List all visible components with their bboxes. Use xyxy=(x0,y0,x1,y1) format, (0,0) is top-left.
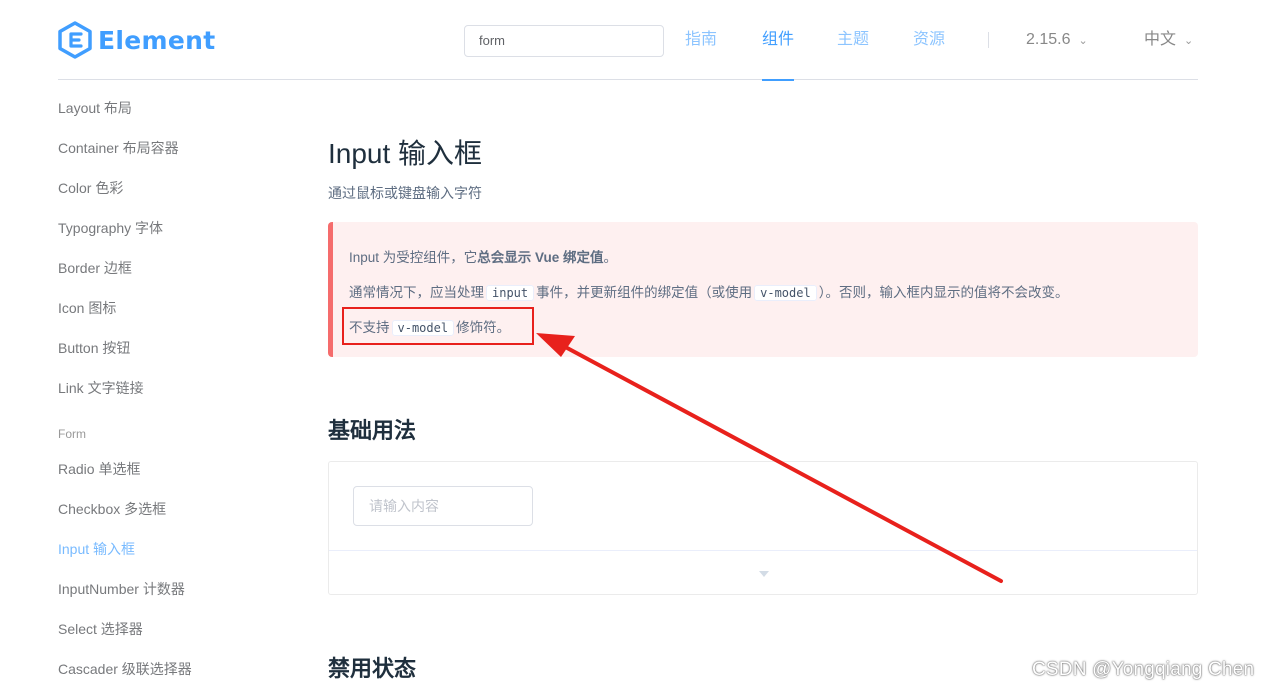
nav-theme[interactable]: 主题 xyxy=(837,0,869,80)
demo-block: 请输入内容 xyxy=(328,461,1198,595)
nav-component[interactable]: 组件 xyxy=(762,0,795,81)
inline-code: input xyxy=(486,285,535,301)
top-header: Element form 指南 组件 主题 资源 2.15.6 ⌄ 中文 ⌄ xyxy=(58,0,1198,81)
sidebar-item-layout[interactable]: Layout 布局 xyxy=(58,98,132,118)
sidebar-item-color[interactable]: Color 色彩 xyxy=(58,178,123,198)
inline-code: v-model xyxy=(754,285,817,301)
page-title: Input 输入框 xyxy=(328,138,483,169)
sidebar-group-form: Form xyxy=(58,427,86,441)
nav-guide[interactable]: 指南 xyxy=(685,0,717,80)
sidebar-item-radio[interactable]: Radio 单选框 xyxy=(58,459,140,479)
tip-line-1: Input 为受控组件，它总会显示 Vue 绑定值。 xyxy=(349,250,618,265)
warning-tip: Input 为受控组件，它总会显示 Vue 绑定值。 通常情况下，应当处理 inp… xyxy=(328,222,1198,357)
version-dropdown[interactable]: 2.15.6 ⌄ xyxy=(1026,0,1088,80)
demo-text-input[interactable]: 请输入内容 xyxy=(353,486,533,526)
tip-line-2: 通常情况下，应当处理 input 事件，并更新组件的绑定值（或使用 v-model）。… xyxy=(349,285,1069,301)
search-input[interactable]: form xyxy=(464,25,664,57)
sidebar-item-select[interactable]: Select 选择器 xyxy=(58,619,143,639)
sidebar-item-cascader[interactable]: Cascader 级联选择器 xyxy=(58,659,192,679)
sidebar-item-border[interactable]: Border 边框 xyxy=(58,258,132,278)
sidebar-item-typography[interactable]: Typography 字体 xyxy=(58,218,163,238)
demo-expand-control[interactable] xyxy=(329,550,1197,594)
page-description: 通过鼠标或键盘输入字符 xyxy=(328,185,482,201)
language-label: 中文 xyxy=(1144,31,1177,48)
element-logo-icon xyxy=(58,21,92,59)
caret-down-icon xyxy=(759,571,769,577)
sidebar-item-input[interactable]: Input 输入框 xyxy=(58,539,135,559)
sidebar-item-button[interactable]: Button 按钮 xyxy=(58,338,130,358)
logo-text: Element xyxy=(98,25,216,55)
sidebar-item-icon[interactable]: Icon 图标 xyxy=(58,298,116,318)
sidebar-item-inputnumber[interactable]: InputNumber 计数器 xyxy=(58,579,185,599)
nav-divider xyxy=(988,32,989,48)
sidebar-item-link[interactable]: Link 文字链接 xyxy=(58,378,144,398)
chevron-down-icon: ⌄ xyxy=(1078,35,1088,47)
element-logo[interactable]: Element xyxy=(58,20,215,60)
language-dropdown[interactable]: 中文 ⌄ xyxy=(1144,0,1193,80)
sidebar-item-container[interactable]: Container 布局容器 xyxy=(58,138,179,158)
section-title-basic: 基础用法 xyxy=(328,418,417,443)
watermark: CSDN @Yongqiang Chen xyxy=(1032,659,1255,680)
chevron-down-icon: ⌄ xyxy=(1184,35,1194,47)
section-title-disabled: 禁用状态 xyxy=(328,656,417,681)
annotation-highlight-box xyxy=(342,307,534,345)
sidebar-item-checkbox[interactable]: Checkbox 多选框 xyxy=(58,499,166,519)
nav-resource[interactable]: 资源 xyxy=(913,0,945,80)
version-label: 2.15.6 xyxy=(1026,31,1071,48)
